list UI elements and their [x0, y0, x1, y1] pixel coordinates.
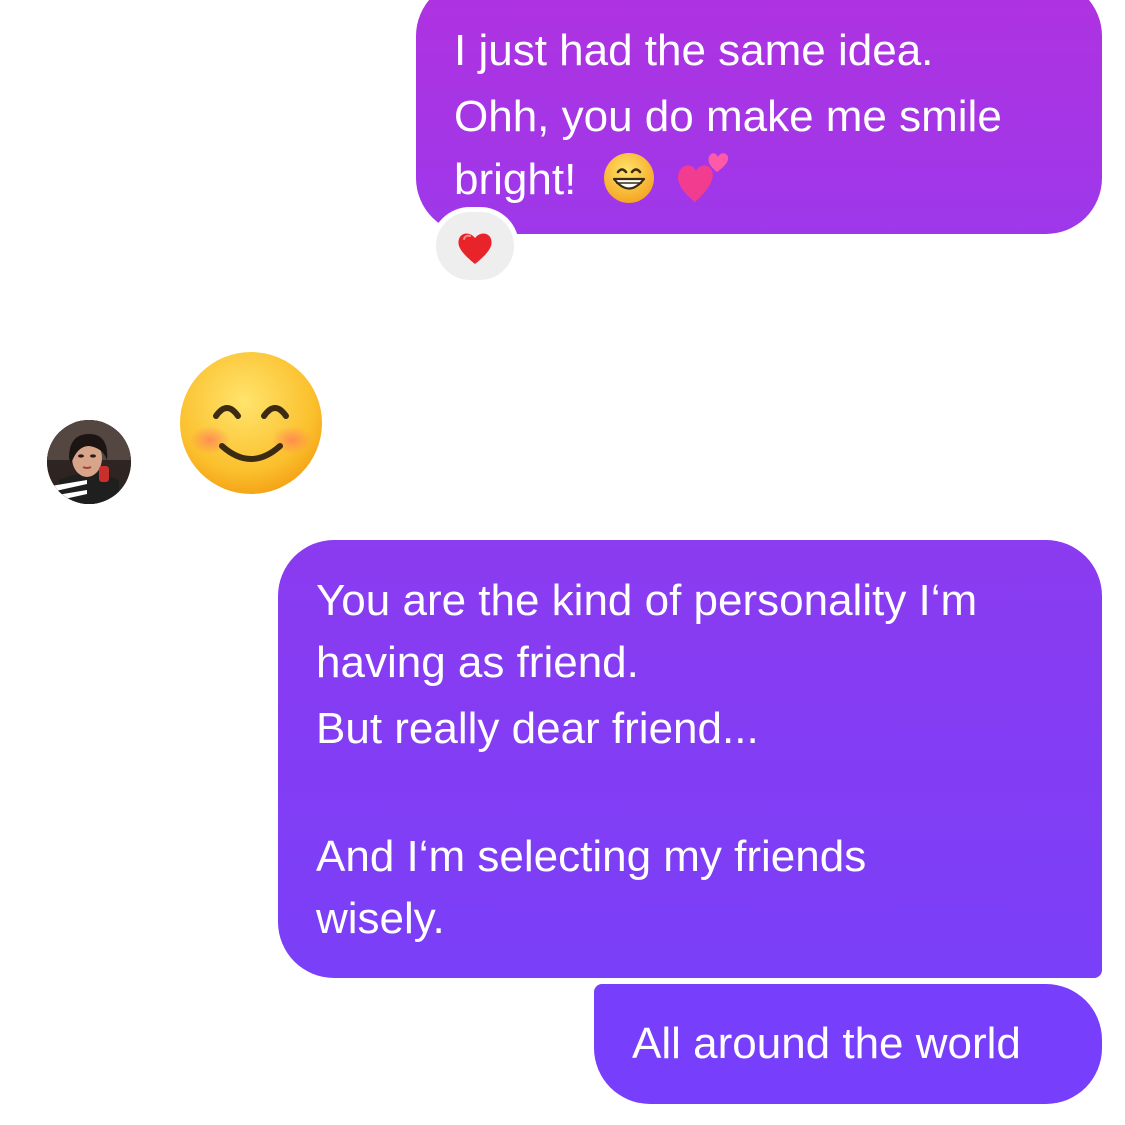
two-hearts-icon [675, 148, 733, 221]
message-text-fragment: bright! [454, 155, 577, 204]
message-text-line: I just had the same idea. [454, 26, 934, 75]
message-text-line: And I‘m selecting my friends [316, 832, 867, 881]
message-text-line: bright! [454, 148, 1102, 221]
outgoing-message-bubble[interactable]: All around the world [594, 984, 1102, 1104]
message-text-line: Ohh, you do make me smile [454, 92, 1002, 141]
outgoing-message-bubble[interactable]: You are the kind of personality I‘m havi… [278, 540, 1102, 978]
message-text-line: wisely. [316, 894, 445, 943]
smiling-face-with-smiling-eyes-icon [178, 350, 324, 501]
message-text-line: All around the world [632, 1019, 1021, 1068]
reaction-badge[interactable] [431, 207, 519, 285]
message-text-line: But really dear friend... [316, 704, 759, 753]
message-text-line: You are the kind of personality I‘m [316, 576, 978, 625]
outgoing-message-bubble[interactable]: I just had the same idea. Ohh, you do ma… [416, 0, 1102, 234]
contact-avatar[interactable] [47, 420, 131, 504]
message-text-line: having as friend. [316, 638, 639, 687]
red-heart-icon [458, 233, 492, 264]
grinning-face-icon [603, 152, 655, 221]
